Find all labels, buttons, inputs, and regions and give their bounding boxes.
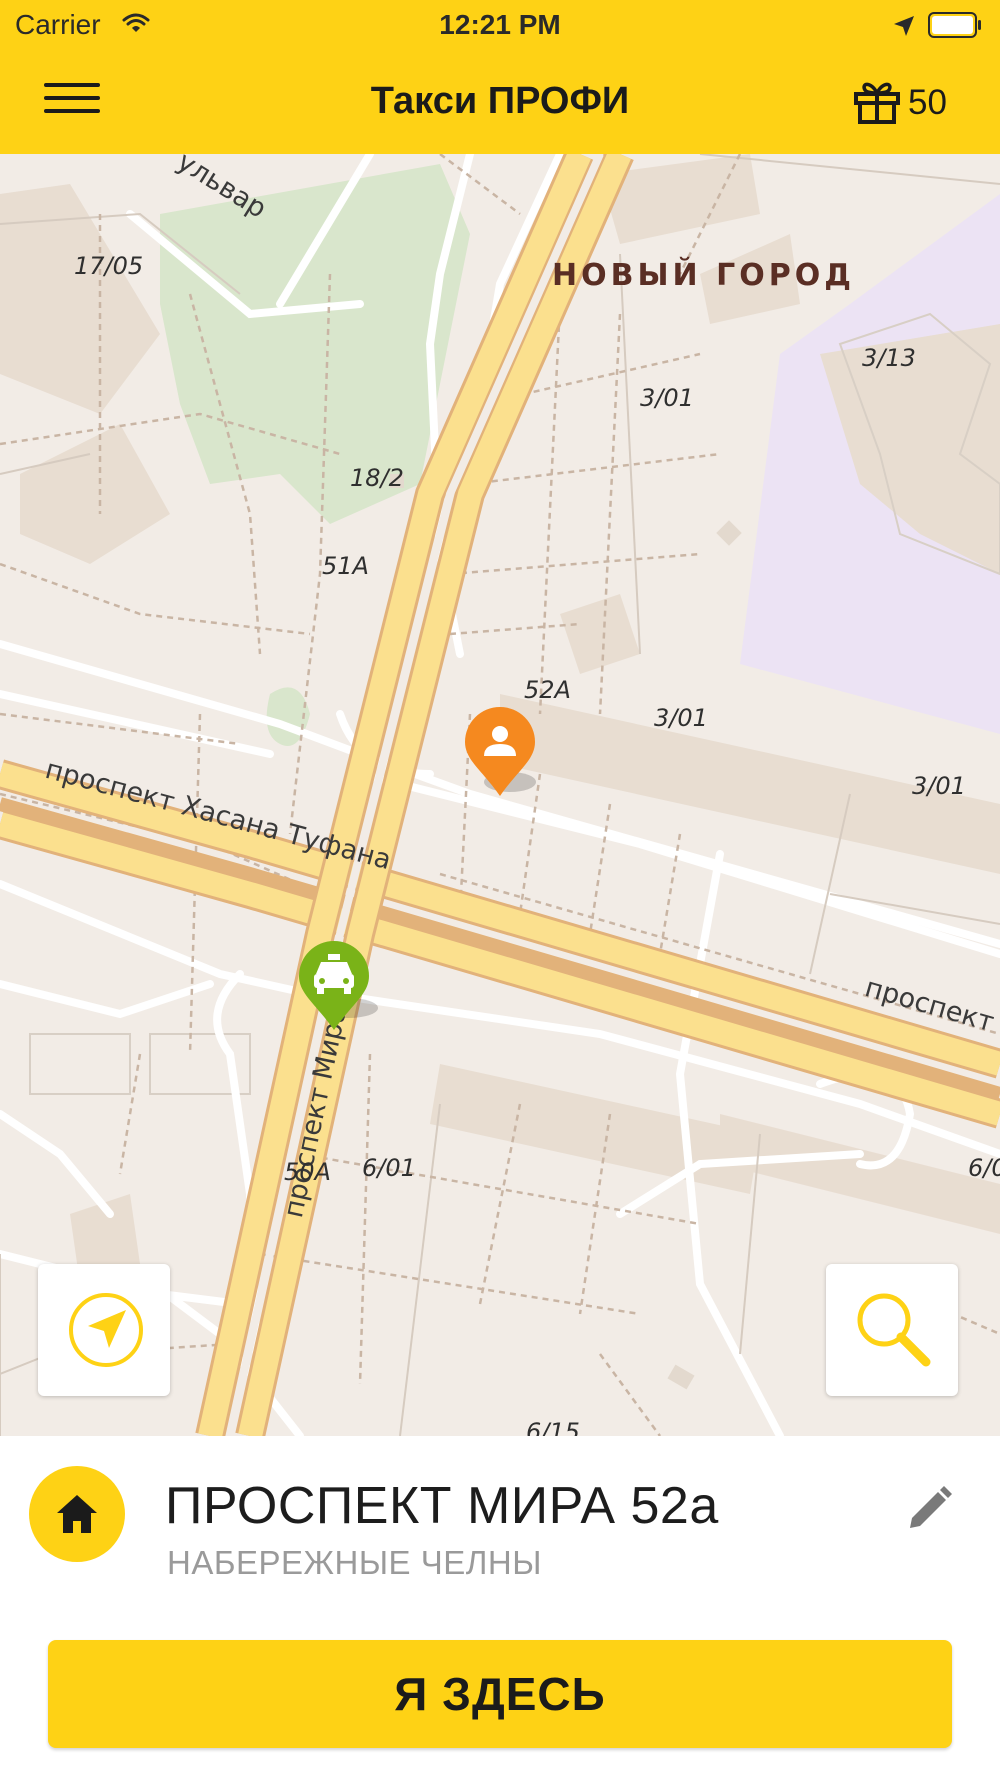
house-number-label: 6/0 bbox=[968, 1154, 1000, 1182]
i-am-here-button[interactable]: Я ЗДЕСЬ bbox=[48, 1640, 952, 1748]
gift-icon bbox=[854, 82, 900, 124]
location-services-icon bbox=[892, 14, 916, 43]
top-bar: Carrier 12:21 PM Такси ПРОФИ 50 bbox=[0, 0, 1000, 154]
battery-icon bbox=[928, 12, 982, 38]
home-icon bbox=[57, 1495, 97, 1533]
house-number-label: 3/01 bbox=[912, 772, 966, 800]
user-location-pin[interactable] bbox=[460, 704, 544, 809]
person-pin-icon bbox=[465, 707, 536, 796]
pencil-icon bbox=[910, 1486, 952, 1528]
house-number-label: 18/2 bbox=[350, 464, 404, 492]
taxi-pin-icon bbox=[299, 941, 378, 1030]
home-icon-badge bbox=[29, 1466, 125, 1562]
house-number-label: 3/01 bbox=[654, 704, 708, 732]
house-number-label: 51А bbox=[322, 552, 369, 580]
district-label: НОВЫЙ ГОРОД bbox=[552, 258, 855, 293]
house-number-label: 3/13 bbox=[862, 344, 916, 372]
map-view[interactable]: НОВЫЙ ГОРОД ульвар проспект Хасана Туфан… bbox=[0, 154, 1000, 1436]
house-number-label: 17/05 bbox=[74, 252, 144, 280]
navigation-bar: Такси ПРОФИ 50 bbox=[0, 50, 1000, 154]
app-title: Такси ПРОФИ bbox=[370, 80, 630, 122]
bonus-count: 50 bbox=[908, 83, 947, 122]
search-button[interactable] bbox=[826, 1264, 958, 1396]
pickup-city: НАБЕРЕЖНЫЕ ЧЕЛНЫ bbox=[167, 1544, 542, 1581]
house-number-label: 6/01 bbox=[362, 1154, 416, 1182]
status-time: 12:21 PM bbox=[439, 9, 561, 40]
status-bar: Carrier 12:21 PM bbox=[0, 0, 1000, 50]
edit-address-button[interactable] bbox=[904, 1484, 954, 1534]
locate-me-button[interactable] bbox=[38, 1264, 170, 1396]
house-number-label: 3/01 bbox=[640, 384, 694, 412]
house-number-label: 50А bbox=[284, 1158, 331, 1186]
house-number-label: 52А bbox=[524, 676, 571, 704]
pickup-address: ПРОСПЕКТ МИРА 52а bbox=[165, 1477, 719, 1535]
house-number-label: 6/15 bbox=[526, 1418, 580, 1436]
hamburger-menu-icon[interactable] bbox=[44, 74, 100, 124]
search-icon bbox=[857, 1293, 931, 1367]
taxi-pin[interactable] bbox=[296, 940, 386, 1045]
address-panel: ПРОСПЕКТ МИРА 52а НАБЕРЕЖНЫЕ ЧЕЛНЫ Я ЗДЕ… bbox=[0, 1436, 1000, 1778]
navigation-arrow-icon bbox=[69, 1293, 143, 1367]
